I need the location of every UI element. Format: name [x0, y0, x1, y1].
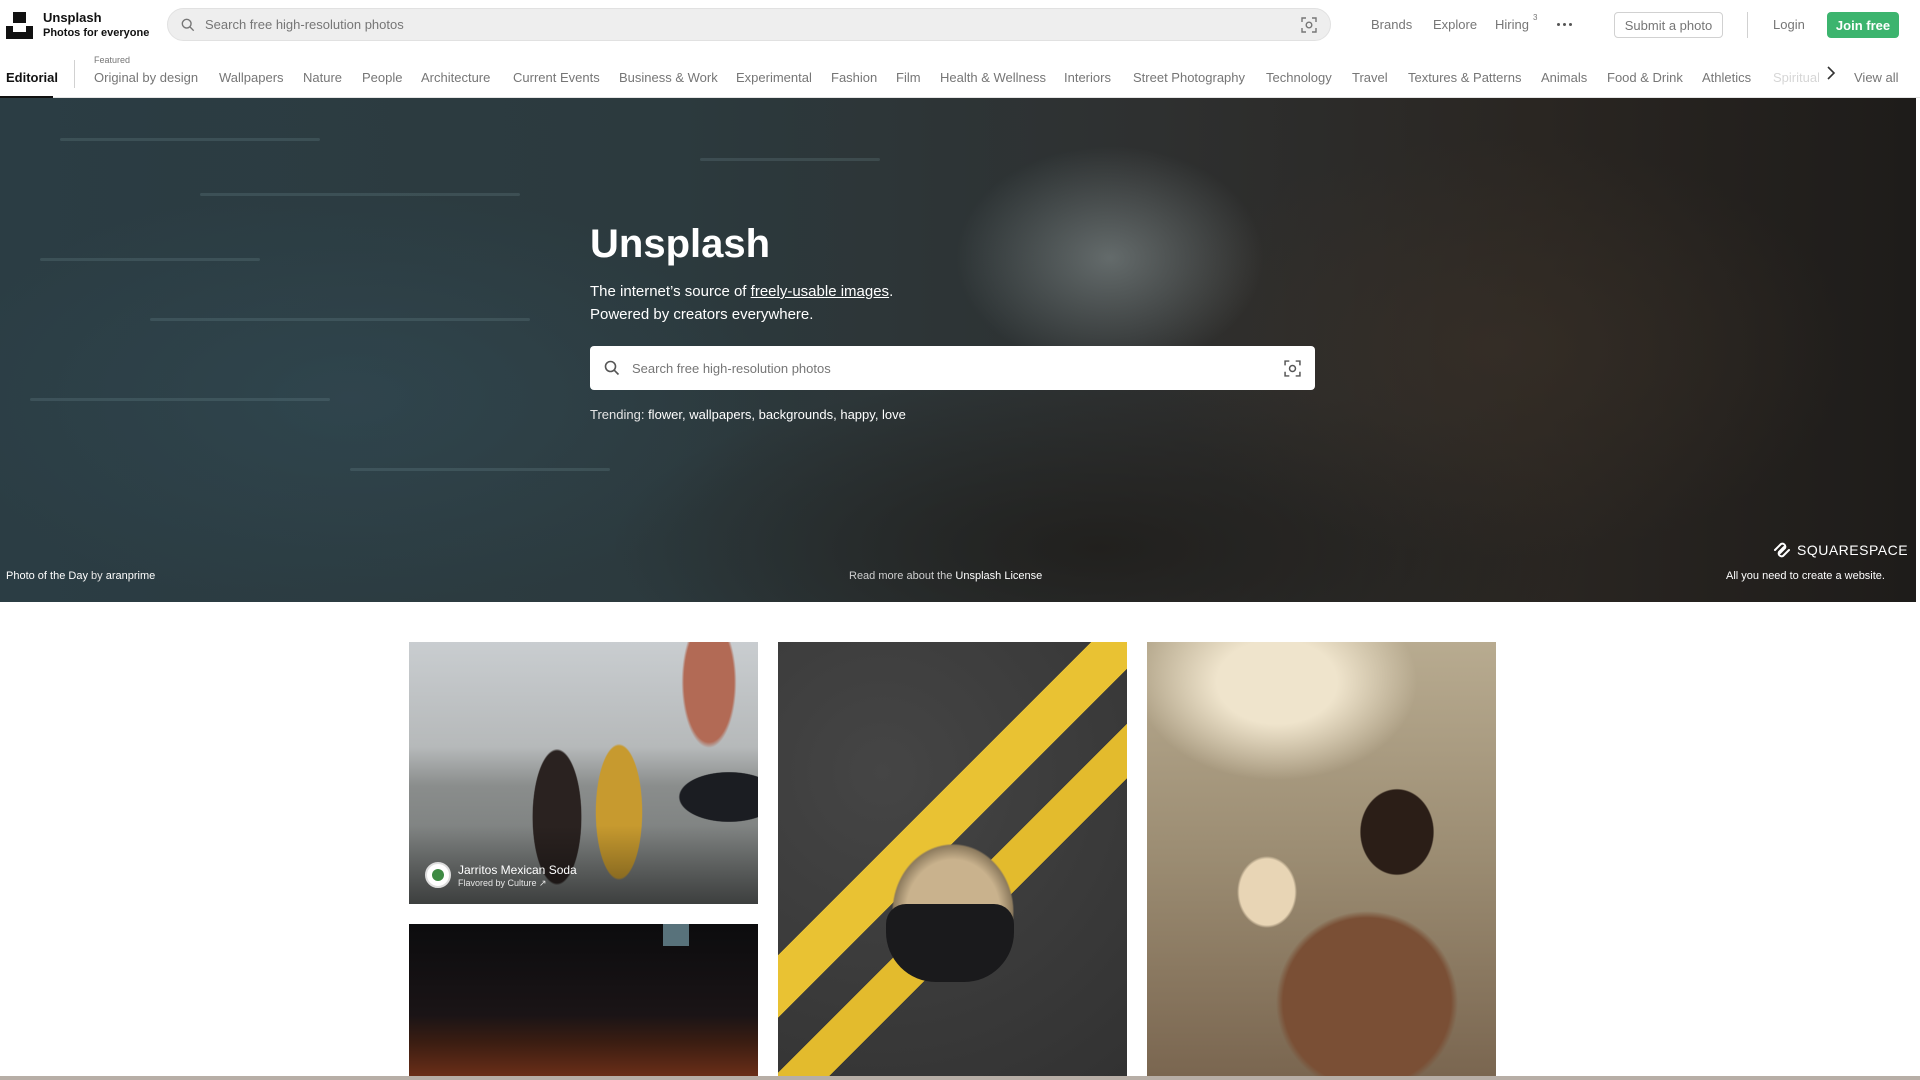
photo-card-interior[interactable] — [409, 924, 758, 1076]
hero-title: Unsplash — [590, 222, 771, 266]
freely-usable-images-link[interactable]: freely-usable images — [751, 283, 889, 300]
unsplash-logo-icon[interactable] — [6, 12, 33, 39]
potd-link[interactable]: Photo of the Day — [6, 570, 88, 582]
photo-detail — [663, 924, 689, 946]
tab-business-work[interactable]: Business & Work — [619, 70, 718, 85]
water-ripple — [30, 398, 330, 401]
trending-searches: Trending: flower, wallpapers, background… — [590, 407, 906, 422]
chevron-right-icon[interactable] — [1824, 65, 1838, 81]
sponsor-tagline[interactable]: All you need to create a website. — [1726, 570, 1885, 582]
hero-banner: Unsplash The internet’s source of freely… — [0, 98, 1916, 602]
hero-sub-suffix: . — [889, 283, 894, 300]
brand-tagline: Photos for everyone — [43, 27, 150, 39]
trending-label: Trending: — [590, 407, 645, 422]
hiring-badge: 3 — [1533, 13, 1538, 22]
tab-people[interactable]: People — [362, 70, 402, 85]
topic-divider — [74, 60, 75, 88]
license-prefix: Read more about the — [849, 570, 953, 582]
tab-wallpapers[interactable]: Wallpapers — [219, 70, 284, 85]
featured-label: Featured — [94, 55, 131, 65]
tab-food-drink[interactable]: Food & Drink — [1607, 70, 1683, 85]
photo-card-couple[interactable] — [1147, 642, 1496, 1076]
trending-wallpapers[interactable]: wallpapers — [689, 407, 751, 422]
top-header: Unsplash Photos for everyone Brands Expl… — [0, 0, 1920, 50]
tab-nature[interactable]: Nature — [303, 70, 342, 85]
photo-card-helmet[interactable] — [778, 642, 1127, 1076]
trending-backgrounds[interactable]: backgrounds — [759, 407, 833, 422]
potd-author-link[interactable]: aranprime — [106, 570, 156, 582]
tab-editorial[interactable]: Editorial — [6, 70, 58, 85]
brand-name: Unsplash — [43, 10, 102, 25]
search-icon[interactable] — [604, 360, 620, 376]
tab-architecture[interactable]: Architecture — [421, 70, 490, 85]
join-free-button[interactable]: Join free — [1827, 12, 1899, 38]
squarespace-icon — [1774, 542, 1790, 558]
login-link[interactable]: Login — [1773, 17, 1805, 32]
tab-experimental[interactable]: Experimental — [736, 70, 812, 85]
sponsor-avatar[interactable] — [425, 862, 451, 888]
visual-search-icon[interactable] — [1284, 359, 1301, 377]
water-ripple — [700, 158, 880, 161]
water-ripple — [60, 138, 320, 141]
header-divider — [1747, 12, 1748, 38]
trending-happy[interactable]: happy — [840, 407, 874, 422]
water-ripple — [150, 318, 530, 321]
brand[interactable]: Unsplash Photos for everyone — [43, 11, 149, 40]
tab-animals[interactable]: Animals — [1541, 70, 1587, 85]
tab-spirituality[interactable]: Spirituality — [1773, 70, 1819, 85]
tab-original-by-design[interactable]: Original by design — [94, 70, 198, 85]
tab-textures-patterns[interactable]: Textures & Patterns — [1408, 70, 1521, 85]
sponsor-sub-label[interactable]: Flavored by Culture ↗ — [458, 878, 547, 889]
submit-photo-button[interactable]: Submit a photo — [1614, 12, 1723, 38]
tab-current-events[interactable]: Current Events — [513, 70, 600, 85]
nav-explore[interactable]: Explore — [1433, 17, 1477, 32]
helmet-visor — [886, 904, 1014, 982]
search-icon[interactable] — [181, 18, 195, 32]
more-icon[interactable] — [1557, 18, 1575, 30]
water-ripple — [200, 193, 520, 196]
tab-interiors[interactable]: Interiors — [1064, 70, 1111, 85]
sponsor-name-label[interactable]: Jarritos Mexican Soda — [458, 863, 577, 877]
photo-card-sponsored[interactable]: Jarritos Mexican Soda Flavored by Cultur… — [409, 642, 758, 904]
hero-search — [590, 346, 1315, 390]
water-ripple — [350, 468, 610, 471]
tab-film[interactable]: Film — [896, 70, 921, 85]
photo-of-the-day: Photo of the Day by aranprime — [6, 570, 155, 582]
hero-search-input[interactable] — [632, 360, 1284, 376]
header-search — [167, 8, 1331, 41]
squarespace-logo[interactable]: SQUARESPACE — [1772, 541, 1908, 559]
tab-technology[interactable]: Technology — [1266, 70, 1332, 85]
hero-sub-prefix: The internet’s source of — [590, 283, 751, 300]
hero-subtitle: The internet’s source of freely-usable i… — [590, 280, 893, 326]
water-ripple — [40, 258, 260, 261]
tab-fashion[interactable]: Fashion — [831, 70, 877, 85]
license-note: Read more about the Unsplash License — [849, 570, 1042, 582]
nav-brands[interactable]: Brands — [1371, 17, 1412, 32]
tab-health-wellness[interactable]: Health & Wellness — [940, 70, 1046, 85]
unsplash-license-link[interactable]: Unsplash License — [955, 570, 1042, 582]
hero-sub-line2: Powered by creators everywhere. — [590, 306, 814, 323]
visual-search-icon[interactable] — [1301, 16, 1317, 33]
nav-hiring[interactable]: Hiring — [1495, 17, 1529, 32]
sponsor-name: SQUARESPACE — [1797, 542, 1909, 558]
trending-love[interactable]: love — [882, 407, 906, 422]
tab-street-photography[interactable]: Street Photography — [1133, 70, 1245, 85]
tab-travel[interactable]: Travel — [1352, 70, 1388, 85]
header-search-input[interactable] — [205, 17, 1301, 32]
trending-flower[interactable]: flower — [648, 407, 682, 422]
view-all-link[interactable]: View all — [1854, 70, 1899, 85]
tab-athletics[interactable]: Athletics — [1702, 70, 1751, 85]
potd-by: by — [91, 570, 103, 582]
topic-bar: Editorial Featured Original by design Wa… — [0, 50, 1920, 98]
bottom-edge — [0, 1076, 1920, 1080]
